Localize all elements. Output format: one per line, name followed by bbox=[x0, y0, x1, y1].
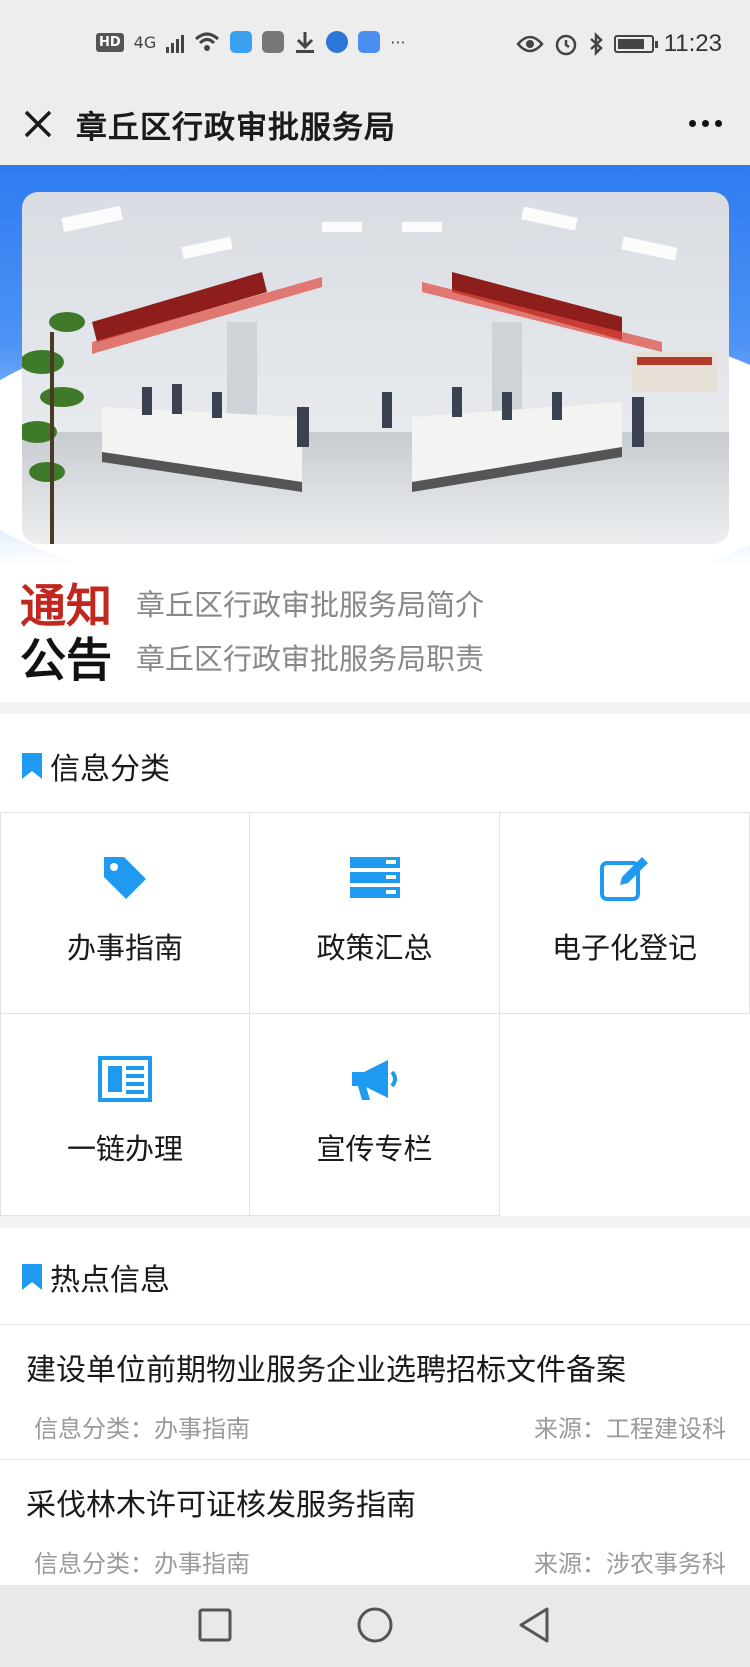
category-label: 政策汇总 bbox=[316, 931, 433, 965]
notice-link-duties[interactable]: 章丘区行政审批服务局职责 bbox=[136, 636, 484, 678]
notice-link-intro[interactable]: 章丘区行政审批服务局简介 bbox=[136, 582, 484, 624]
back-icon[interactable] bbox=[515, 1605, 555, 1645]
hot-item-category: 信息分类：办事指南 bbox=[34, 1415, 250, 1443]
info-section-label: 信息分类 bbox=[50, 752, 170, 787]
hot-item-category: 信息分类：办事指南 bbox=[34, 1550, 250, 1578]
bookmark-icon bbox=[22, 1264, 42, 1290]
hot-item-title: 采伐林木许可证核发服务指南 bbox=[26, 1488, 416, 1523]
server-list-icon bbox=[349, 857, 400, 898]
category-item-policy[interactable]: 政策汇总 bbox=[250, 812, 500, 1014]
info-section-title: 信息分类 bbox=[22, 744, 170, 788]
app-notification-icon bbox=[230, 31, 253, 53]
wifi-icon bbox=[195, 32, 220, 51]
hot-list-item[interactable]: 采伐林木许可证核发服务指南 信息分类：办事指南 来源：涉农事务科 bbox=[0, 1459, 750, 1594]
page-title: 章丘区行政审批服务局 bbox=[76, 110, 396, 146]
hot-item-title: 建设单位前期物业服务企业选聘招标文件备案 bbox=[26, 1353, 626, 1388]
home-icon[interactable] bbox=[355, 1605, 395, 1645]
bookmark-icon bbox=[22, 753, 42, 779]
hot-section-title: 热点信息 bbox=[22, 1255, 170, 1299]
app-notification-icon bbox=[326, 31, 349, 53]
more-notifications-icon: ··· bbox=[390, 32, 406, 52]
banner-image[interactable] bbox=[22, 192, 729, 544]
svg-text:通知: 通知 bbox=[20, 579, 112, 633]
hd-badge: HD bbox=[96, 32, 124, 52]
alarm-icon bbox=[555, 34, 576, 56]
signal-icon bbox=[166, 31, 185, 53]
app-notification-icon bbox=[358, 31, 381, 53]
network-type: 4G bbox=[133, 32, 157, 52]
category-item-publicity[interactable]: 宣传专栏 bbox=[250, 1014, 500, 1216]
tag-icon bbox=[104, 857, 146, 899]
category-item-one-chain[interactable]: 一链办理 bbox=[0, 1014, 250, 1216]
megaphone-icon bbox=[351, 1060, 397, 1100]
category-label: 电子化登记 bbox=[551, 931, 697, 965]
title-bar: 章丘区行政审批服务局 bbox=[0, 90, 750, 165]
clock: 11:23 bbox=[663, 30, 722, 57]
more-menu-icon[interactable] bbox=[689, 120, 722, 127]
app-notification-icon bbox=[262, 31, 285, 53]
section-divider bbox=[0, 702, 750, 714]
battery-icon bbox=[613, 35, 658, 53]
svg-text:公告: 公告 bbox=[20, 633, 112, 682]
hot-item-source: 来源：涉农事务科 bbox=[534, 1550, 726, 1578]
edit-icon bbox=[599, 857, 648, 901]
bluetooth-icon bbox=[589, 32, 603, 56]
system-navigation-bar bbox=[0, 1585, 750, 1667]
category-item-guide[interactable]: 办事指南 bbox=[0, 812, 250, 1014]
category-label: 宣传专栏 bbox=[316, 1132, 433, 1166]
notice-logo: 通知 公告 bbox=[20, 578, 122, 687]
category-label: 办事指南 bbox=[66, 931, 183, 965]
status-right-icons: 11:23 bbox=[516, 30, 722, 58]
hot-item-source: 来源：工程建设科 bbox=[534, 1415, 726, 1443]
recents-icon[interactable] bbox=[195, 1605, 235, 1645]
status-bar: HD 4G ··· 11:23 bbox=[0, 0, 750, 90]
status-left-icons: HD 4G ··· bbox=[96, 30, 406, 54]
newspaper-icon bbox=[98, 1056, 152, 1102]
hot-list-item[interactable]: 建设单位前期物业服务企业选聘招标文件备案 信息分类：办事指南 来源：工程建设科 bbox=[0, 1324, 750, 1459]
hot-section-label: 热点信息 bbox=[50, 1263, 170, 1298]
close-icon[interactable] bbox=[18, 104, 58, 144]
download-icon bbox=[296, 32, 315, 53]
section-divider bbox=[0, 1216, 750, 1228]
eye-icon bbox=[516, 35, 544, 53]
category-label: 一链办理 bbox=[66, 1132, 183, 1166]
category-item-e-registration[interactable]: 电子化登记 bbox=[500, 812, 750, 1014]
